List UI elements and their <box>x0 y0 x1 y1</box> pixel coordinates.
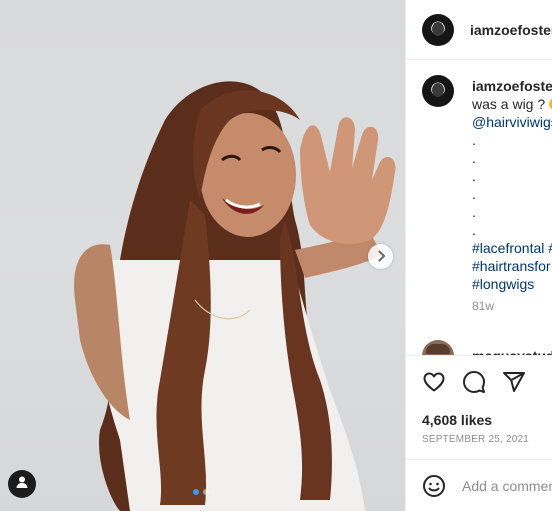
caption: iamzoefoster was a wig ? @hairviviwigs .… <box>422 75 552 315</box>
comment-avatar[interactable] <box>422 340 454 355</box>
comment-icon[interactable] <box>462 370 486 394</box>
caption-dot-line: . <box>472 132 476 148</box>
user-tag-icon <box>15 475 29 494</box>
emoji-icon[interactable] <box>422 474 446 498</box>
tagged-users-button[interactable] <box>8 470 36 498</box>
add-comment-bar: Add a commen <box>406 459 552 511</box>
carousel-indicator <box>193 489 209 495</box>
hashtag-link[interactable]: #longwigs <box>472 275 552 293</box>
header-username[interactable]: iamzoefoster <box>470 22 552 38</box>
comments-section: iamzoefoster was a wig ? @hairviviwigs .… <box>406 61 552 355</box>
caption-text: was a wig ? <box>472 95 552 113</box>
caption-text-line: was a wig ? <box>472 96 546 112</box>
chevron-right-icon <box>376 249 386 265</box>
comment-username[interactable]: mcquaystudi <box>472 348 552 355</box>
caption-avatar[interactable] <box>422 75 454 107</box>
caption-dot-line: . <box>472 186 476 202</box>
avatar[interactable] <box>422 13 454 46</box>
post-header: iamzoefoster <box>406 0 552 60</box>
post-actions: 4,608 likes SEPTEMBER 25, 2021 <box>406 355 552 459</box>
caption-dot-line: . <box>472 204 476 220</box>
heart-icon[interactable] <box>422 370 446 394</box>
comment-item: mcquaystudi <box>422 340 552 355</box>
hashtag-link[interactable]: #hairtransfor <box>472 257 552 275</box>
post-date[interactable]: SEPTEMBER 25, 2021 <box>422 434 552 445</box>
photo-woman-waving <box>74 81 396 511</box>
carousel-dot <box>203 489 209 495</box>
post-sidebar: iamzoefoster iamzoefoster was a wig ? @h… <box>405 0 552 511</box>
comment-input[interactable]: Add a commen <box>462 478 552 494</box>
likes-count[interactable]: 4,608 likes <box>422 412 552 428</box>
paper-plane-icon[interactable] <box>502 370 526 394</box>
post-photo[interactable] <box>0 0 405 511</box>
carousel-dot-active <box>193 489 199 495</box>
caption-username[interactable]: iamzoefoster <box>472 77 552 95</box>
caption-dot-line: . <box>472 150 476 166</box>
caption-mention[interactable]: @hairviviwigs <box>472 113 552 131</box>
caption-time[interactable]: 81w <box>472 297 552 315</box>
caption-dot-line: . <box>472 168 476 184</box>
next-photo-button[interactable] <box>368 244 393 269</box>
caption-dot-line: . <box>472 222 476 238</box>
hashtag-link[interactable]: #lacefrontal # <box>472 239 552 257</box>
